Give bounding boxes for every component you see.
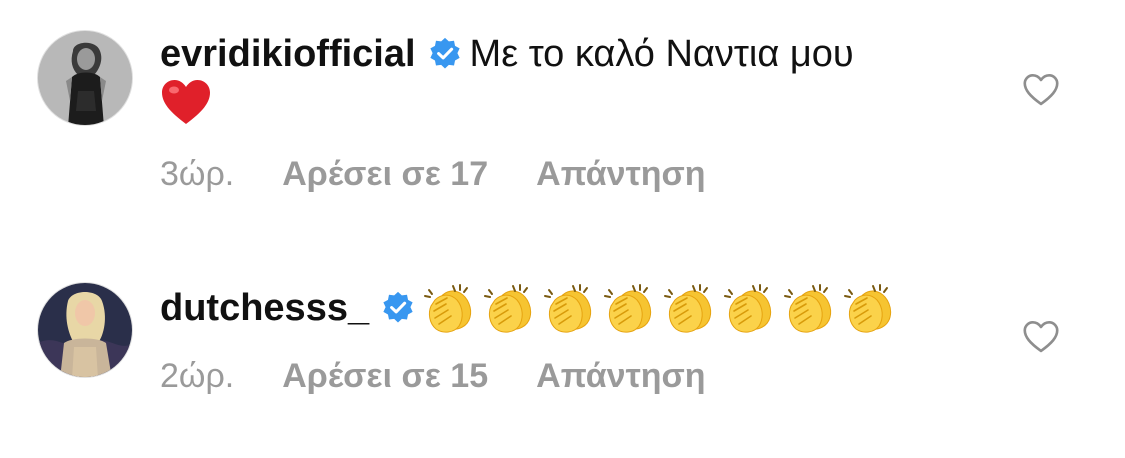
comment-text-block: evridikiofficial Με το καλό Ναντια μου xyxy=(160,30,980,130)
like-heart-icon[interactable] xyxy=(1022,320,1060,354)
comment-meta: 3ώρ. Αρέσει σε 17 Απάντηση xyxy=(160,155,754,194)
avatar-dutchesss[interactable] xyxy=(37,282,133,378)
verified-badge-icon xyxy=(381,291,415,325)
clapping-hands-emoji-icon xyxy=(843,282,895,334)
comment-meta: 2ώρ. Αρέσει σε 15 Απάντηση xyxy=(160,357,754,396)
clapping-hands-emoji-icon xyxy=(663,282,715,334)
clapping-hands-emoji-icon xyxy=(423,282,475,334)
reply-button[interactable]: Απάντηση xyxy=(536,357,705,395)
like-heart-icon[interactable] xyxy=(1022,73,1060,107)
likes-count-link[interactable]: Αρέσει σε 15 xyxy=(282,357,488,395)
comment-time: 3ώρ. xyxy=(160,155,235,193)
comment-evridikiofficial: evridikiofficial Με το καλό Ναντια μου 3ώ… xyxy=(0,0,1125,230)
clapping-hands-emoji-icon xyxy=(483,282,535,334)
avatar-evridikiofficial[interactable] xyxy=(37,30,133,126)
verified-badge-icon xyxy=(428,37,462,71)
username[interactable]: dutchesss_ xyxy=(160,287,369,329)
clapping-hands-emoji-icon xyxy=(543,282,595,334)
comment-text-block: dutchesss_ xyxy=(160,282,980,334)
clapping-hands-emoji-icon xyxy=(723,282,775,334)
clapping-hands-emoji-icon xyxy=(603,282,655,334)
username[interactable]: evridikiofficial xyxy=(160,33,416,75)
comment-text: Με το καλό Ναντια μου xyxy=(469,33,854,75)
likes-count-link[interactable]: Αρέσει σε 17 xyxy=(282,155,488,193)
comment-time: 2ώρ. xyxy=(160,357,235,395)
reply-button[interactable]: Απάντηση xyxy=(536,155,705,193)
red-heart-emoji-icon xyxy=(160,78,212,126)
clapping-hands-emoji-icon xyxy=(783,282,835,334)
comment-dutchesss: dutchesss_ 2ώρ. Αρέσει σε 15 Απάντηση xyxy=(0,270,1125,458)
